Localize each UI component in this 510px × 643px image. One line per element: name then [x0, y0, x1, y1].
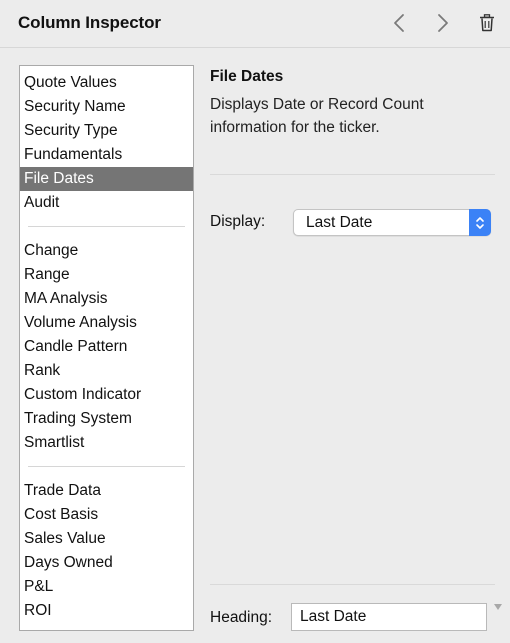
list-item[interactable]: Smartlist — [20, 431, 193, 455]
dropdown-arrow-icon — [494, 604, 502, 610]
list-item[interactable]: Range — [20, 263, 193, 287]
list-item[interactable]: Fundamentals — [20, 143, 193, 167]
column-type-list[interactable]: Quote Values Security Name Security Type Fu… — [19, 65, 194, 631]
list-separator — [28, 466, 185, 467]
column-inspector-window: Column Inspector Quote Values Security Na… — [0, 0, 510, 643]
list-item[interactable]: MA Analysis — [20, 287, 193, 311]
title-bar: Column Inspector — [0, 0, 510, 48]
list-item[interactable]: Security Type — [20, 119, 193, 143]
heading-input[interactable] — [291, 603, 487, 631]
select-stepper[interactable] — [469, 209, 491, 236]
updown-chevron-icon — [476, 216, 484, 229]
list-item[interactable]: Trade Data — [20, 479, 193, 503]
heading-label: Heading: — [210, 609, 273, 626]
panel-title: File Dates — [210, 68, 284, 85]
next-button[interactable] — [428, 8, 458, 38]
list-item[interactable]: ROI — [20, 599, 193, 623]
bottom-divider — [210, 584, 495, 585]
list-item[interactable]: Days Owned — [20, 551, 193, 575]
list-separator — [28, 226, 185, 227]
chevron-right-icon — [438, 14, 448, 32]
list-item[interactable]: Rank — [20, 359, 193, 383]
display-label: Display: — [210, 213, 266, 230]
list-item[interactable]: Custom Indicator — [20, 383, 193, 407]
list-item[interactable]: Volume Analysis — [20, 311, 193, 335]
list-item[interactable]: File Dates — [20, 167, 193, 191]
display-select-value: Last Date — [306, 214, 373, 231]
list-item[interactable]: Security Name — [20, 95, 193, 119]
chevron-left-icon — [394, 14, 404, 32]
list-item[interactable]: Candle Pattern — [20, 335, 193, 359]
panel-divider — [210, 174, 495, 175]
display-select[interactable]: Last Date — [293, 209, 491, 236]
panel-description: Displays Date or Record Count informatio… — [210, 96, 424, 136]
trash-icon — [480, 14, 494, 32]
list-item[interactable]: Quote Values — [20, 71, 193, 95]
list-item[interactable]: Cost Basis — [20, 503, 193, 527]
previous-button[interactable] — [384, 8, 414, 38]
delete-column-button[interactable] — [472, 8, 502, 38]
list-item[interactable]: P&L — [20, 575, 193, 599]
list-item[interactable]: Audit — [20, 191, 193, 215]
heading-dropdown-button[interactable] — [490, 600, 506, 614]
list-item[interactable]: Change — [20, 239, 193, 263]
list-item[interactable]: Sales Value — [20, 527, 193, 551]
window-title: Column Inspector — [18, 13, 161, 32]
list-item[interactable]: Trading System — [20, 407, 193, 431]
